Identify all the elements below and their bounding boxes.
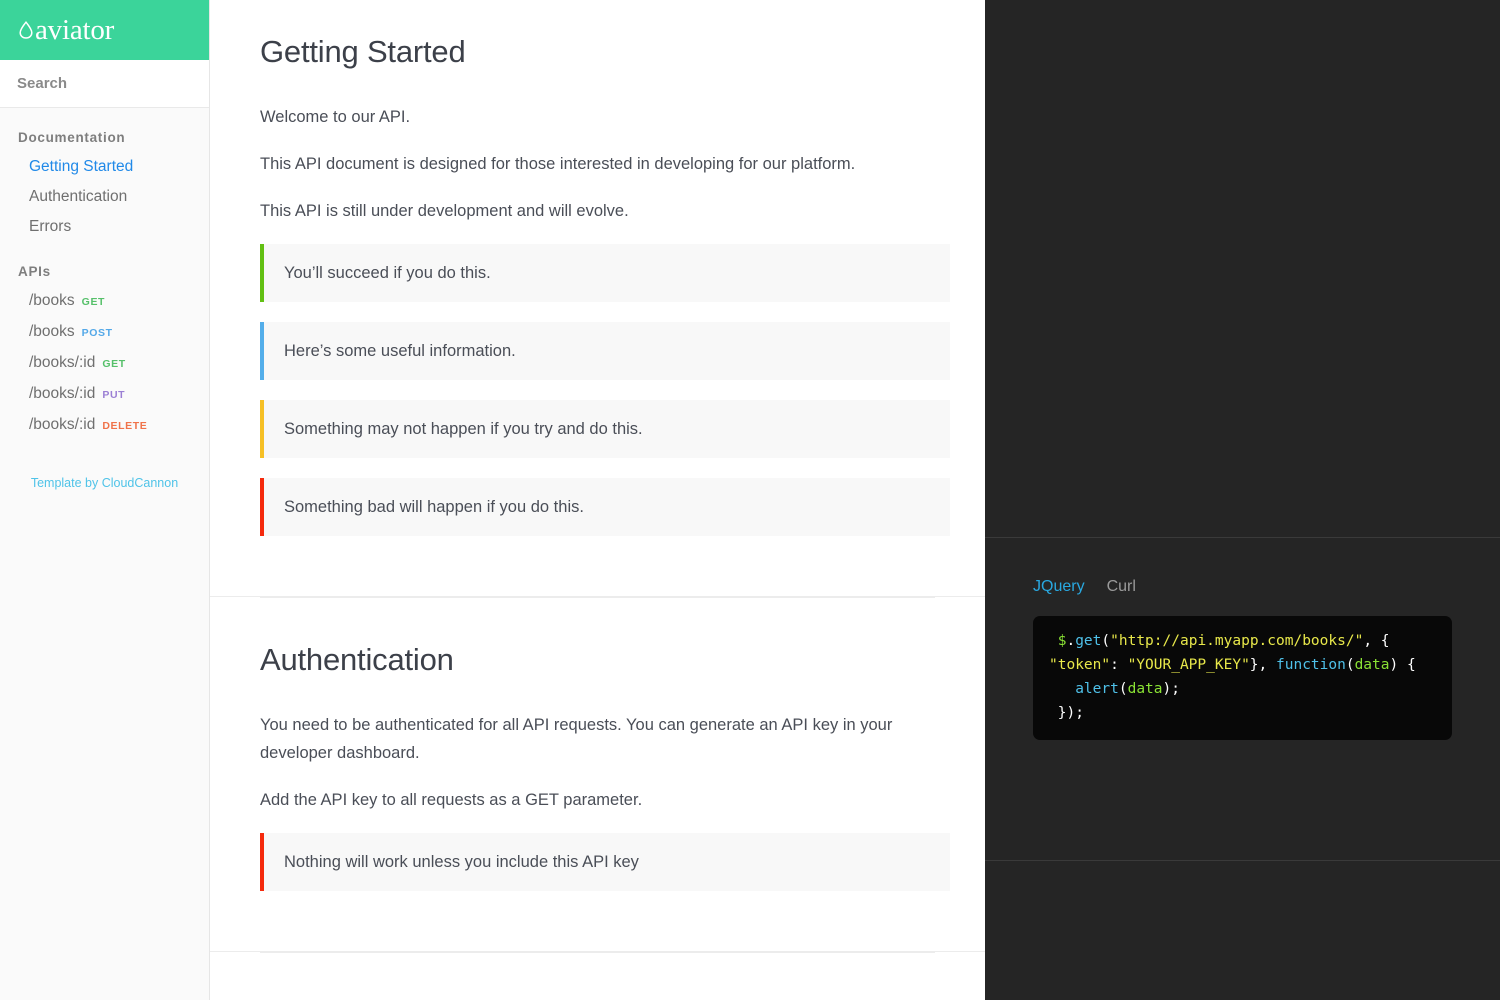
sidebar-item-books-id-get[interactable]: /books/:id GET [0, 348, 209, 379]
sidebar-item-books-id-delete[interactable]: /books/:id DELETE [0, 410, 209, 441]
sidebar-item-errors[interactable]: Errors [0, 212, 209, 242]
sidebar-item-label: Authentication [29, 187, 127, 207]
sidebar-item-books-post[interactable]: /books POST [0, 317, 209, 348]
paragraph: Welcome to our API. [260, 103, 930, 131]
paragraph: This API is still under development and … [260, 197, 930, 225]
callout-info: Here’s some useful information. [260, 322, 950, 380]
sidebar-item-label: Getting Started [29, 157, 133, 177]
main-content: Getting Started Welcome to our API. This… [210, 0, 985, 1000]
nav-group-title-apis: APIs [0, 242, 209, 286]
paragraph: Add the API key to all requests as a GET… [260, 786, 930, 814]
callout-warning: Something may not happen if you try and … [260, 400, 950, 458]
paragraph: This API document is designed for those … [260, 150, 930, 178]
section-errors: Errors Code Name Description [210, 951, 985, 1000]
search-container[interactable] [0, 60, 209, 108]
sidebar-item-authentication[interactable]: Authentication [0, 182, 209, 212]
endpoint-path: /books/:id [29, 384, 95, 404]
sidebar-item-books-id-put[interactable]: /books/:id PUT [0, 379, 209, 410]
code-snippet[interactable]: $.get("http://api.myapp.com/books/", { "… [1033, 616, 1452, 740]
sidebar: aviator Documentation Getting Started Au… [0, 0, 210, 1000]
template-credit-link[interactable]: Template by CloudCannon [31, 476, 178, 490]
nav-group-apis: APIs /books GET /books POST /books/:id G… [0, 242, 209, 441]
section-heading-authentication: Authentication [260, 642, 935, 678]
callout-success: You’ll succeed if you do this. [260, 244, 950, 302]
callout-danger: Nothing will work unless you include thi… [260, 833, 950, 891]
paragraph: You need to be authenticated for all API… [260, 711, 930, 767]
code-zone-errors [985, 860, 1500, 1000]
code-language-tabs: JQuery Curl [985, 538, 1500, 596]
tab-jquery[interactable]: JQuery [1033, 578, 1085, 596]
page-title: Getting Started [260, 34, 935, 70]
sidebar-footer: Template by CloudCannon [0, 441, 209, 492]
nav-group-title-documentation: Documentation [0, 130, 209, 152]
code-panel: JQuery Curl $.get("http://api.myapp.com/… [985, 0, 1500, 1000]
section-getting-started: Getting Started Welcome to our API. This… [210, 0, 985, 596]
brand-logo[interactable]: aviator [0, 0, 209, 60]
droplet-icon [18, 21, 34, 39]
search-input[interactable] [17, 75, 187, 92]
callout-danger: Something bad will happen if you do this… [260, 478, 950, 536]
sidebar-nav: Documentation Getting Started Authentica… [0, 108, 209, 492]
endpoint-path: /books/:id [29, 353, 95, 373]
code-zone-getting-started [985, 0, 1500, 537]
code-snippet-text: $.get("http://api.myapp.com/books/", { "… [1049, 633, 1416, 721]
endpoint-path: /books [29, 322, 75, 342]
app-root: aviator Documentation Getting Started Au… [0, 0, 1500, 1000]
method-badge-get: GET [102, 354, 125, 374]
code-zone-authentication: JQuery Curl $.get("http://api.myapp.com/… [985, 537, 1500, 860]
sidebar-item-getting-started[interactable]: Getting Started [0, 152, 209, 182]
brand-name: aviator [35, 16, 114, 45]
endpoint-path: /books [29, 291, 75, 311]
nav-group-documentation: Documentation Getting Started Authentica… [0, 130, 209, 242]
method-badge-post: POST [82, 323, 113, 343]
tab-curl[interactable]: Curl [1107, 578, 1136, 596]
method-badge-get: GET [82, 292, 105, 312]
sidebar-item-label: Errors [29, 217, 71, 237]
method-badge-delete: DELETE [102, 416, 147, 436]
endpoint-path: /books/:id [29, 415, 95, 435]
section-authentication: Authentication You need to be authentica… [210, 596, 985, 951]
sidebar-item-books-get[interactable]: /books GET [0, 286, 209, 317]
method-badge-put: PUT [102, 385, 125, 405]
